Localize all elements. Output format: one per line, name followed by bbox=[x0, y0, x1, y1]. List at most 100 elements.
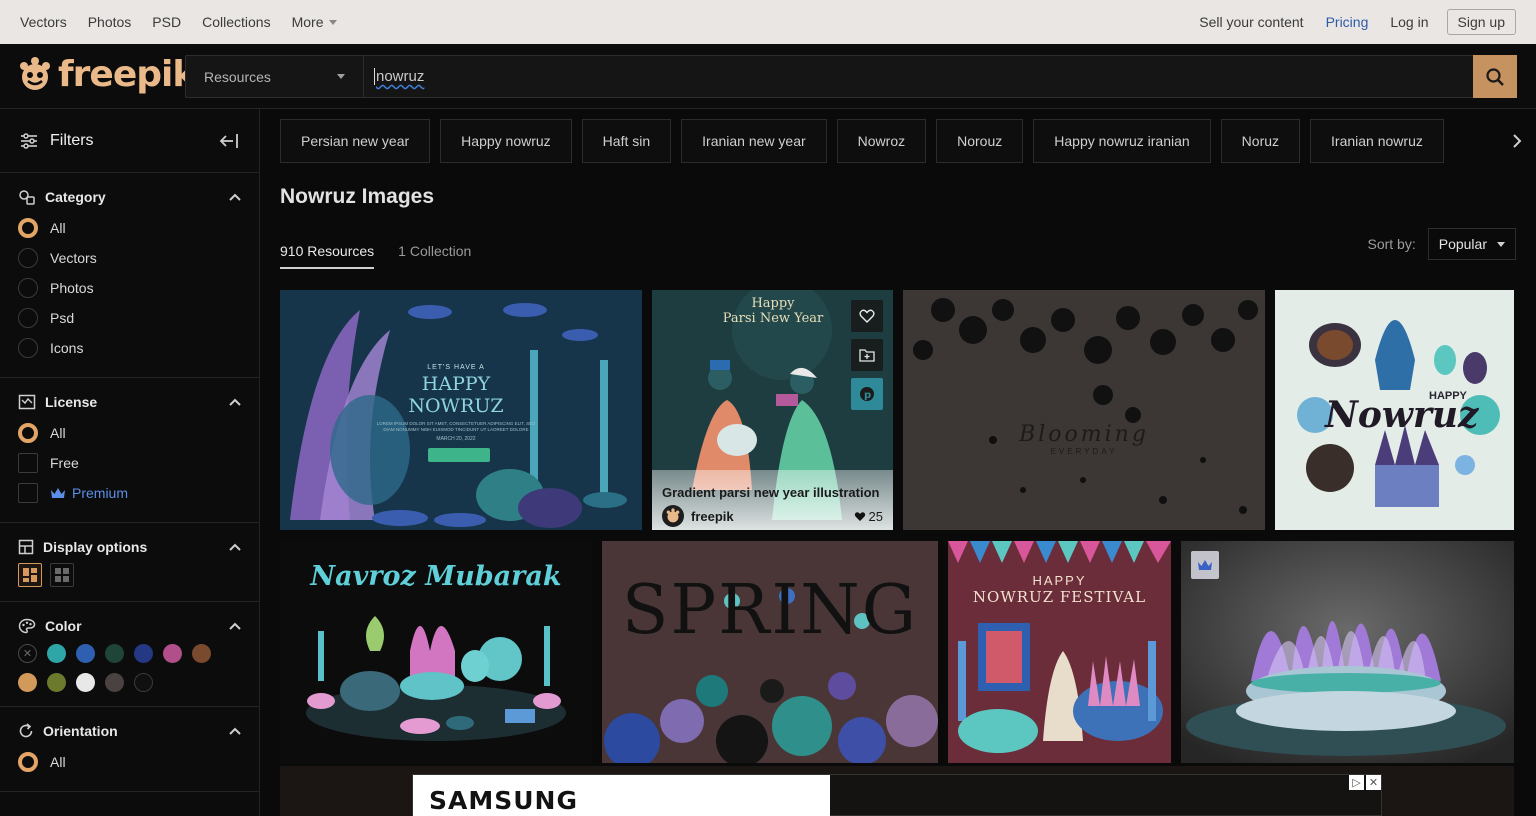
category-header[interactable]: Category bbox=[18, 189, 241, 205]
author-avatar[interactable] bbox=[662, 505, 684, 527]
color-header[interactable]: Color bbox=[18, 618, 241, 634]
search-button[interactable] bbox=[1473, 55, 1517, 98]
result-tabs: 910 Resources 1 Collection bbox=[280, 243, 471, 269]
option-label: All bbox=[50, 754, 66, 770]
result-card-nowruz-festival[interactable]: HAPPY NOWRUZ FESTIVAL bbox=[948, 541, 1171, 763]
radio-button[interactable] bbox=[18, 248, 38, 268]
result-card-spring[interactable]: SPRING bbox=[602, 541, 938, 763]
color-swatch[interactable] bbox=[192, 644, 211, 663]
category-option-icons[interactable]: Icons bbox=[18, 333, 241, 363]
category-option-psd[interactable]: Psd bbox=[18, 303, 241, 333]
tag-iranian-nowruz[interactable]: Iranian nowruz bbox=[1310, 119, 1444, 163]
license-option-all[interactable]: All bbox=[18, 418, 241, 448]
tag-norouz[interactable]: Norouz bbox=[936, 119, 1024, 163]
grid-view-button[interactable] bbox=[50, 563, 74, 587]
crown-icon bbox=[1198, 559, 1212, 570]
nav-psd[interactable]: PSD bbox=[152, 14, 181, 30]
radio-button[interactable] bbox=[18, 423, 38, 443]
checkbox[interactable] bbox=[18, 453, 38, 473]
tag-noruz[interactable]: Noruz bbox=[1220, 119, 1301, 163]
card-title[interactable]: Gradient parsi new year illustration bbox=[662, 485, 883, 500]
color-swatch[interactable] bbox=[134, 644, 153, 663]
card3-line1: Blooming bbox=[1019, 422, 1149, 447]
search-icon bbox=[1486, 67, 1504, 86]
radio-button[interactable] bbox=[18, 752, 38, 772]
license-option-free[interactable]: Free bbox=[18, 448, 241, 478]
collapse-sidebar-icon[interactable] bbox=[219, 133, 239, 149]
color-swatch[interactable] bbox=[47, 673, 66, 692]
ad-close-icon[interactable]: ✕ bbox=[1366, 775, 1381, 790]
color-swatch[interactable] bbox=[134, 673, 153, 692]
nav-vectors[interactable]: Vectors bbox=[20, 14, 67, 30]
tag-persian-new-year[interactable]: Persian new year bbox=[280, 119, 431, 163]
result-card-navroz-mubarak[interactable]: Navroz Mubarak bbox=[280, 541, 592, 763]
top-nav: Vectors Photos PSD Collections More bbox=[20, 14, 338, 30]
orientation-option-all[interactable]: All bbox=[18, 747, 241, 777]
pinterest-button[interactable]: p bbox=[851, 378, 883, 410]
checkbox[interactable] bbox=[18, 483, 38, 503]
tab-collections[interactable]: 1 Collection bbox=[398, 243, 471, 269]
nav-collections[interactable]: Collections bbox=[202, 14, 270, 30]
color-swatch[interactable] bbox=[47, 644, 66, 663]
radio-button[interactable] bbox=[18, 338, 38, 358]
radio-button[interactable] bbox=[18, 218, 38, 238]
tags-next-button[interactable] bbox=[1476, 119, 1536, 163]
nav-more[interactable]: More bbox=[292, 14, 338, 30]
pricing-link[interactable]: Pricing bbox=[1326, 14, 1369, 30]
color-swatch[interactable] bbox=[105, 673, 124, 692]
save-to-collection-button[interactable] bbox=[851, 339, 883, 371]
result-card-happy-nowruz-banner[interactable]: LET'S HAVE A HAPPY NOWRUZ LOREM IPSUM DO… bbox=[280, 290, 642, 530]
search-input[interactable]: nowruz bbox=[364, 56, 1473, 97]
radio-button[interactable] bbox=[18, 278, 38, 298]
ad-banner[interactable]: SAMSUNG ▷ ✕ bbox=[412, 774, 1382, 816]
advertisement: SAMSUNG ▷ ✕ bbox=[280, 766, 1514, 816]
option-label: All bbox=[50, 220, 66, 236]
tag-happy-nowruz[interactable]: Happy nowruz bbox=[440, 119, 572, 163]
color-swatch[interactable] bbox=[76, 673, 95, 692]
color-swatch[interactable] bbox=[105, 644, 124, 663]
orientation-header[interactable]: Orientation bbox=[18, 723, 241, 739]
sort-select[interactable]: Popular bbox=[1427, 228, 1516, 260]
ad-choices-icon[interactable]: ▷ bbox=[1349, 775, 1364, 790]
tag-happy-nowruz-iranian[interactable]: Happy nowruz iranian bbox=[1033, 119, 1211, 163]
radio-button[interactable] bbox=[18, 308, 38, 328]
header: freepik Resources nowruz bbox=[0, 44, 1536, 109]
masonry-view-button[interactable] bbox=[18, 563, 42, 587]
license-header[interactable]: License bbox=[18, 394, 241, 410]
tag-nowroz[interactable]: Nowroz bbox=[836, 119, 927, 163]
color-swatch-none[interactable]: ✕ bbox=[18, 644, 37, 663]
option-label: Icons bbox=[50, 340, 84, 356]
display-options-header[interactable]: Display options bbox=[18, 539, 241, 555]
card2-art-line2: Parsi New Year bbox=[722, 311, 824, 326]
freepik-logo[interactable]: freepik bbox=[16, 54, 196, 95]
freepik-mascot-icon bbox=[666, 508, 680, 523]
sell-content-link[interactable]: Sell your content bbox=[1199, 14, 1303, 30]
like-button[interactable] bbox=[851, 300, 883, 332]
display-options-title: Display options bbox=[43, 539, 148, 555]
color-swatch[interactable] bbox=[76, 644, 95, 663]
sort-label: Sort by: bbox=[1367, 236, 1416, 252]
tag-haft-sin[interactable]: Haft sin bbox=[581, 119, 672, 163]
search-scope-select[interactable]: Resources bbox=[186, 56, 364, 97]
chevron-up-icon bbox=[229, 622, 241, 630]
folder-add-icon bbox=[859, 349, 875, 362]
category-option-all[interactable]: All bbox=[18, 213, 241, 243]
signup-button[interactable]: Sign up bbox=[1446, 9, 1516, 35]
color-swatch[interactable] bbox=[18, 673, 37, 692]
result-card-nowruz-lettering[interactable]: HAPPY Nowruz bbox=[1275, 290, 1514, 530]
result-card-parsi-new-year[interactable]: Happy Parsi New Year p Gradient parsi ne… bbox=[652, 290, 893, 530]
tag-iranian-new-year[interactable]: Iranian new year bbox=[681, 119, 827, 163]
category-option-photos[interactable]: Photos bbox=[18, 273, 241, 303]
result-card-blooming[interactable]: Blooming EVERYDAY bbox=[903, 290, 1265, 530]
ad-brand-panel: SAMSUNG bbox=[413, 775, 830, 816]
category-option-vectors[interactable]: Vectors bbox=[18, 243, 241, 273]
option-label: Premium bbox=[72, 485, 129, 501]
color-swatch[interactable] bbox=[163, 644, 182, 663]
login-link[interactable]: Log in bbox=[1390, 14, 1428, 30]
license-section: License All Free Premium bbox=[0, 378, 259, 523]
result-card-sabzeh-photo[interactable] bbox=[1181, 541, 1514, 763]
author-name[interactable]: freepik bbox=[691, 509, 734, 524]
license-option-premium[interactable]: Premium bbox=[18, 478, 241, 508]
tab-resources[interactable]: 910 Resources bbox=[280, 243, 375, 269]
nav-photos[interactable]: Photos bbox=[88, 14, 132, 30]
